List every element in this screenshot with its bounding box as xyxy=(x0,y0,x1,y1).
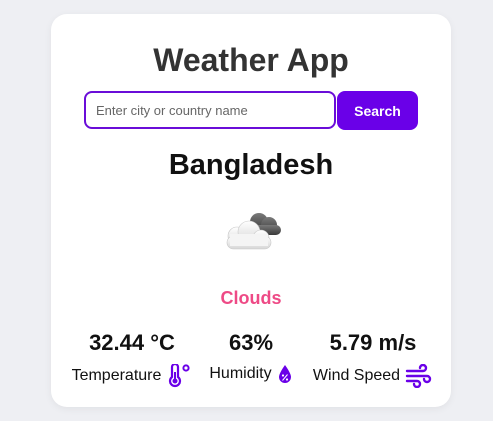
thermometer-icon xyxy=(169,364,191,388)
humidity-label: Humidity xyxy=(209,365,272,382)
humidity-drop-icon xyxy=(278,365,291,383)
wind-label: Wind Speed xyxy=(312,367,401,384)
location-name: Bangladesh xyxy=(168,149,334,181)
wind-stat: 5.79 m/s Wind Speed xyxy=(305,332,441,388)
clouds-icon xyxy=(226,213,281,250)
temperature-value: 32.44 °C xyxy=(89,330,175,355)
humidity-value: 63% xyxy=(228,330,274,355)
temperature-label: Temperature xyxy=(71,367,162,384)
app-title: Weather App xyxy=(153,42,349,78)
weather-condition: Clouds xyxy=(220,288,282,308)
wind-icon xyxy=(405,364,432,388)
temperature-stat: 32.44 °C Temperature xyxy=(67,332,197,388)
search-button[interactable]: Search xyxy=(337,91,418,130)
wind-value: 5.79 m/s xyxy=(329,330,417,355)
humidity-stat: 63% Humidity xyxy=(196,332,306,384)
weather-card: Weather App Search Bangladesh Clouds 32.… xyxy=(51,14,451,407)
search-input[interactable] xyxy=(84,91,336,129)
